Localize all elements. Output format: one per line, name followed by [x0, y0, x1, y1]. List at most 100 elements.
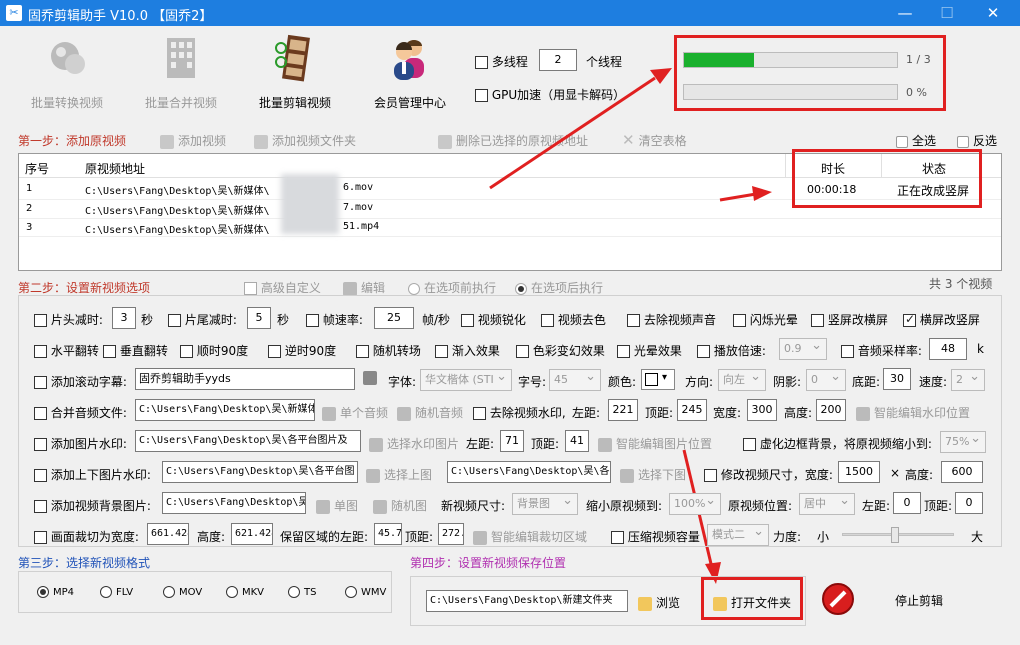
decolor-option[interactable]: 视频去色: [541, 311, 606, 328]
fade-in-checkbox[interactable]: [435, 345, 448, 358]
color-picker[interactable]: ▾: [641, 369, 675, 390]
bg-image-path[interactable]: C:\Users\Fang\Desktop\吴: [162, 492, 306, 514]
audio-path-input[interactable]: C:\Users\Fang\Desktop\吴\新媒体: [135, 399, 315, 421]
wm-top-input[interactable]: 245: [677, 399, 707, 421]
format-mov-radio[interactable]: [163, 586, 175, 598]
batch-convert-button[interactable]: 批量转换视频: [12, 34, 122, 114]
font-select[interactable]: 华文楷体 (STI: [420, 369, 512, 391]
wm-left-input[interactable]: 221: [608, 399, 638, 421]
resize-width-input[interactable]: 1500: [838, 461, 880, 483]
top-image-path[interactable]: C:\Users\Fang\Desktop\吴\各平台图: [162, 461, 358, 483]
blur-scale-select[interactable]: 75%: [940, 431, 986, 453]
bg-left-input[interactable]: 0: [893, 492, 921, 514]
tail-cut-input[interactable]: 5: [247, 307, 271, 329]
head-cut-input[interactable]: 3: [112, 307, 136, 329]
resize-height-input[interactable]: 600: [941, 461, 983, 483]
h2v-checkbox[interactable]: [903, 312, 916, 327]
pick-watermark-button[interactable]: 选择水印图片: [369, 435, 459, 452]
vflip-checkbox[interactable]: [103, 345, 116, 358]
smart-watermark-button[interactable]: 智能编辑水印位置: [856, 404, 970, 421]
bottom-image-path[interactable]: C:\Users\Fang\Desktop\吴\各: [447, 461, 611, 483]
halo-checkbox[interactable]: [617, 345, 630, 358]
remove-audio-option[interactable]: 去除视频声音: [627, 311, 716, 328]
sharpen-checkbox[interactable]: [461, 314, 474, 327]
merge-audio-checkbox[interactable]: [34, 407, 47, 420]
random-audio-button[interactable]: 随机音频: [397, 404, 463, 421]
smart-image-button[interactable]: 智能编辑图片位置: [598, 435, 712, 452]
v2h-checkbox[interactable]: [811, 314, 824, 327]
close-button[interactable]: ✕: [978, 2, 1008, 24]
batch-edit-button[interactable]: 批量剪辑视频: [240, 34, 350, 114]
wm-height-input[interactable]: 200: [816, 399, 846, 421]
resize-checkbox[interactable]: [704, 469, 717, 482]
sample-rate-checkbox[interactable]: [841, 345, 854, 358]
color-shift-option[interactable]: 色彩变幻效果: [516, 342, 605, 359]
format-ts-option[interactable]: TS: [288, 586, 316, 598]
scroll-text-option[interactable]: 添加滚动字幕:: [34, 373, 127, 390]
watermark-image-path[interactable]: C:\Users\Fang\Desktop\吴\各平台图片及: [135, 430, 361, 452]
remove-watermark-checkbox[interactable]: [473, 407, 486, 420]
multithread-checkbox[interactable]: [475, 56, 488, 69]
hflip-checkbox[interactable]: [34, 345, 47, 358]
format-mkv-radio[interactable]: [226, 586, 238, 598]
bg-image-checkbox[interactable]: [34, 500, 47, 513]
advanced-checkbox[interactable]: [244, 282, 257, 295]
table-row[interactable]: 3 C:\Users\Fang\Desktop\吴\新媒体\ 51.mp4: [19, 218, 1001, 237]
random-image-button[interactable]: 随机图: [373, 497, 427, 514]
bg-image-option[interactable]: 添加视频背景图片:: [34, 497, 151, 514]
stop-icon[interactable]: [822, 583, 854, 615]
h2v-option[interactable]: 横屏改竖屏: [903, 311, 980, 328]
single-audio-button[interactable]: 单个音频: [322, 404, 388, 421]
v2h-option[interactable]: 竖屏改横屏: [811, 311, 888, 328]
sharpen-option[interactable]: 视频锐化: [461, 311, 526, 328]
fps-input[interactable]: 25: [374, 307, 414, 329]
remove-audio-checkbox[interactable]: [627, 314, 640, 327]
save-path-input[interactable]: C:\Users\Fang\Desktop\新建文件夹: [426, 590, 628, 612]
keep-top-input[interactable]: 272.: [438, 523, 464, 545]
new-size-select[interactable]: 背景图: [512, 493, 578, 515]
flash-option[interactable]: 闪烁光晕: [733, 311, 798, 328]
merge-audio-option[interactable]: 合并音频文件:: [34, 404, 127, 421]
exec-before-option[interactable]: 在选项前执行: [408, 279, 496, 296]
pick-top-image-button[interactable]: 选择上图: [366, 466, 432, 483]
format-mkv-option[interactable]: MKV: [226, 586, 264, 598]
format-wmv-radio[interactable]: [345, 586, 357, 598]
advanced-custom-option[interactable]: 高级自定义: [244, 279, 321, 296]
blur-border-checkbox[interactable]: [743, 438, 756, 451]
image-watermark-option[interactable]: 添加图片水印:: [34, 435, 127, 452]
head-cut-option[interactable]: 片头减时:: [34, 311, 103, 328]
scroll-text-checkbox[interactable]: [34, 376, 47, 389]
gpu-checkbox[interactable]: [475, 89, 488, 102]
crop-option[interactable]: 画面裁切为宽度:: [34, 528, 139, 545]
cw90-checkbox[interactable]: [180, 345, 193, 358]
add-video-button[interactable]: 添加视频: [160, 132, 226, 149]
sample-rate-option[interactable]: 音频采样率:: [841, 342, 922, 359]
direction-select[interactable]: 向左: [718, 369, 766, 391]
img-top-input[interactable]: 41: [565, 430, 589, 452]
font-size-select[interactable]: 45: [549, 369, 601, 391]
exec-after-radio[interactable]: [515, 282, 527, 295]
delete-selected-button[interactable]: 删除已选择的原视频地址: [438, 132, 588, 149]
pick-bottom-image-button[interactable]: 选择下图: [620, 466, 686, 483]
fps-checkbox[interactable]: [306, 314, 319, 327]
keep-left-input[interactable]: 45.7: [374, 523, 402, 545]
blur-border-option[interactable]: 虚化边框背景，将原视频缩小到:: [743, 435, 932, 452]
smart-crop-button[interactable]: 智能编辑裁切区域: [473, 528, 587, 545]
open-folder-button[interactable]: 打开文件夹: [713, 594, 791, 611]
exec-before-radio[interactable]: [408, 282, 420, 295]
format-wmv-option[interactable]: WMV: [345, 586, 386, 598]
minimize-button[interactable]: —: [890, 2, 920, 24]
decolor-checkbox[interactable]: [541, 314, 554, 327]
member-center-button[interactable]: 会员管理中心: [355, 34, 465, 114]
crop-height-input[interactable]: 621.428: [231, 523, 273, 545]
edit-button[interactable]: 编辑: [343, 279, 385, 296]
cw90-option[interactable]: 顺时90度: [180, 342, 248, 359]
exec-after-option[interactable]: 在选项后执行: [515, 279, 603, 296]
speed-option[interactable]: 播放倍速:: [697, 342, 766, 359]
shadow-select[interactable]: 0: [806, 369, 846, 391]
add-folder-button[interactable]: 添加视频文件夹: [254, 132, 356, 149]
top-bottom-image-checkbox[interactable]: [34, 469, 47, 482]
format-flv-option[interactable]: FLV: [100, 586, 133, 598]
fps-option[interactable]: 帧速率:: [306, 311, 363, 328]
browse-button[interactable]: 浏览: [638, 594, 680, 611]
